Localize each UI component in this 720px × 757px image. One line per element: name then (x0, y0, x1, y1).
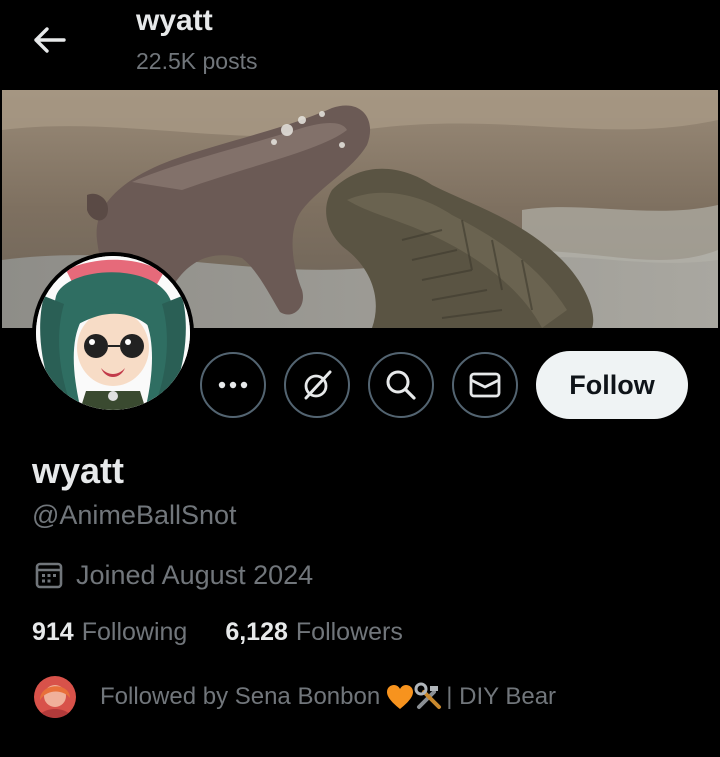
hammer-and-wrench-icon (414, 682, 442, 709)
grok-icon (304, 370, 332, 400)
display-name: wyatt (32, 450, 125, 491)
more-options-button[interactable] (200, 352, 266, 418)
followers-link[interactable]: 6,128 Followers (225, 618, 403, 647)
back-button[interactable] (30, 22, 70, 58)
search-icon (386, 370, 416, 400)
following-count: 914 (32, 618, 74, 646)
ellipsis-icon (218, 381, 248, 389)
follow-button[interactable]: Follow (536, 351, 688, 419)
followers-label: Followers (295, 618, 403, 646)
top-bar: wyatt 22.5K posts (0, 0, 720, 90)
following-link[interactable]: 914 Following (32, 618, 187, 647)
header-title: wyatt (136, 4, 213, 37)
header-post-count: 22.5K posts (136, 48, 258, 74)
arrow-left-icon (34, 27, 66, 53)
orange-heart-icon (387, 685, 414, 709)
message-button[interactable] (452, 352, 518, 418)
profile-avatar[interactable] (32, 252, 194, 414)
grok-button[interactable] (284, 352, 350, 418)
search-button[interactable] (368, 352, 434, 418)
followed-by-suffix: | DIY Bear (446, 683, 557, 710)
followers-count: 6,128 (225, 618, 288, 646)
joined-text: Joined August 2024 (76, 559, 314, 590)
user-handle: @AnimeBallSnot (32, 500, 237, 530)
following-label: Following (81, 618, 188, 646)
followed-by[interactable]: Followed by Sena Bonbon | DIY Bear (34, 675, 556, 719)
follow-stats: 914 Following 6,128 Followers (32, 618, 403, 647)
followed-by-text: Followed by Sena Bonbon (100, 683, 381, 710)
calendar-icon (35, 562, 63, 589)
envelope-icon (469, 372, 501, 398)
follower-avatar (34, 676, 76, 718)
joined-date: Joined August 2024 (34, 558, 313, 592)
